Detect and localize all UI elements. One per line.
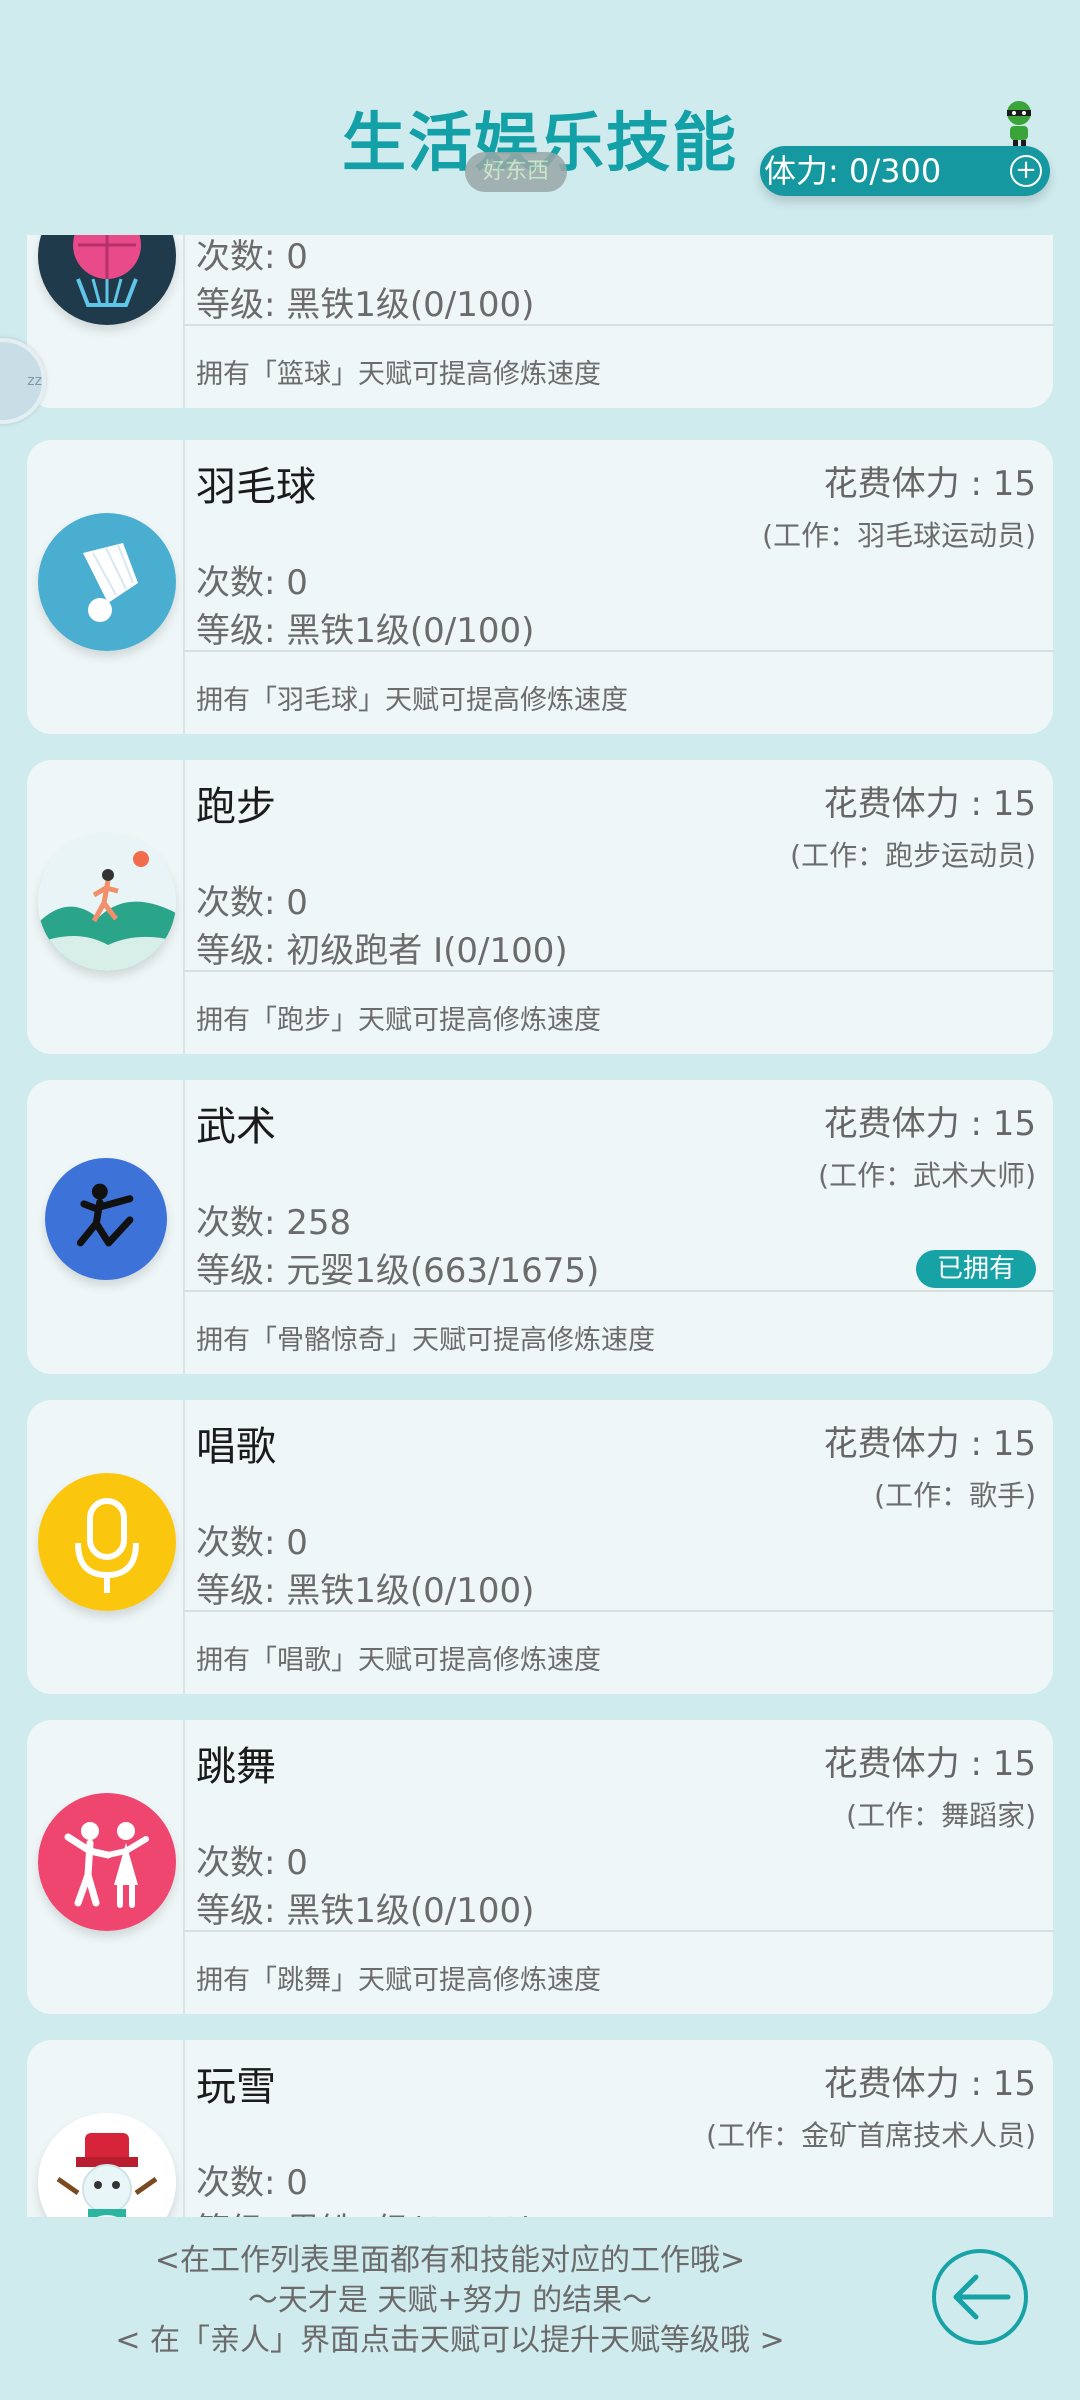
footer-tip-3: < 在「亲人」界面点击天赋可以提升天赋等级哦 >	[115, 2323, 785, 2358]
skill-cost: 花费体力 : 15	[823, 1744, 1036, 1784]
card-divider	[183, 1610, 1053, 1612]
card-divider	[183, 970, 1053, 972]
icon-column	[27, 440, 185, 734]
skill-level: 等级: 黑铁1级(0/100)	[196, 1891, 535, 1931]
owned-badge: 已拥有	[916, 1250, 1036, 1288]
skill-count: 次数: 258	[196, 1203, 352, 1243]
card-divider	[183, 650, 1053, 652]
snowman-icon	[38, 2113, 176, 2217]
skill-card-badminton[interactable]: 羽毛球 花费体力 : 15 (工作：羽毛球运动员) 次数: 0 等级: 黑铁1级…	[27, 440, 1053, 734]
skill-cost: 花费体力 : 15	[823, 784, 1036, 824]
skill-name: 跳舞	[196, 1744, 276, 1790]
icon-column	[27, 760, 185, 1054]
skill-count: 次数: 0	[196, 1523, 308, 1563]
skill-level: 等级: 黑铁1级(0/100)	[196, 285, 535, 325]
skill-name: 唱歌	[196, 1424, 276, 1470]
footer-tip-2: ～天才是 天赋+努力 的结果～	[247, 2283, 653, 2318]
skill-talent-hint: 拥有「跳舞」天赋可提高修炼速度	[196, 1965, 601, 1996]
skill-name: 武术	[196, 1104, 276, 1150]
skill-card-basketball[interactable]: 次数: 0 等级: 黑铁1级(0/100) 拥有「篮球」天赋可提高修炼速度	[27, 235, 1053, 408]
skill-count: 次数: 0	[196, 2163, 308, 2203]
skill-level: 等级: 元婴1级(663/1675)	[196, 1251, 600, 1291]
icon-column	[27, 1400, 185, 1694]
skill-talent-hint: 拥有「骨骼惊奇」天赋可提高修炼速度	[196, 1325, 655, 1356]
microphone-icon	[38, 1473, 176, 1611]
skill-job: (工作：歌手)	[874, 1479, 1036, 1512]
skill-job: (工作：舞蹈家)	[846, 1799, 1036, 1832]
runner-icon	[38, 833, 176, 971]
footer: <在工作列表里面都有和技能对应的工作哦> ～天才是 天赋+努力 的结果～ < 在…	[0, 2217, 1080, 2400]
skill-cost: 花费体力 : 15	[823, 2064, 1036, 2104]
stamina-bar[interactable]: 体力: 0/300 +	[760, 146, 1050, 196]
icon-column	[27, 235, 185, 408]
skill-talent-hint: 拥有「篮球」天赋可提高修炼速度	[196, 359, 601, 390]
dancers-icon	[38, 1793, 176, 1931]
header: 生活娱乐技能 好东西 体力: 0/300 +	[0, 0, 1080, 235]
avatar-icon[interactable]	[996, 98, 1042, 146]
skill-card-snow[interactable]: 玩雪 花费体力 : 15 (工作：金矿首席技术人员) 次数: 0 等级: 黑铁1…	[27, 2040, 1053, 2217]
skill-name: 羽毛球	[196, 464, 316, 510]
skill-job: (工作：羽毛球运动员)	[762, 519, 1036, 552]
icon-column	[27, 2040, 185, 2217]
skill-level: 等级: 黑铁1级(0/100)	[196, 1571, 535, 1611]
skill-card-running[interactable]: 跑步 花费体力 : 15 (工作：跑步运动员) 次数: 0 等级: 初级跑者 I…	[27, 760, 1053, 1054]
footer-tip-1: <在工作列表里面都有和技能对应的工作哦>	[154, 2243, 746, 2278]
skill-job: (工作：武术大师)	[818, 1159, 1036, 1192]
skill-count: 次数: 0	[196, 563, 308, 603]
skill-talent-hint: 拥有「跑步」天赋可提高修炼速度	[196, 1005, 601, 1036]
skill-count: 次数: 0	[196, 883, 308, 923]
skill-level: 等级: 初级跑者 I(0/100)	[196, 931, 568, 971]
skill-level: 等级: 黑铁1级(0/100)	[196, 2203, 534, 2217]
icon-column	[27, 1080, 185, 1374]
shuttlecock-icon	[38, 513, 176, 651]
skill-talent-hint: 拥有「唱歌」天赋可提高修炼速度	[196, 1645, 601, 1676]
skill-name: 跑步	[196, 784, 276, 830]
skill-list[interactable]: 次数: 0 等级: 黑铁1级(0/100) 拥有「篮球」天赋可提高修炼速度 羽毛…	[0, 235, 1080, 2217]
skill-card-dancing[interactable]: 跳舞 花费体力 : 15 (工作：舞蹈家) 次数: 0 等级: 黑铁1级(0/1…	[27, 1720, 1053, 2014]
skill-level: 等级: 黑铁1级(0/100)	[196, 611, 535, 651]
martial-arts-icon	[45, 1158, 167, 1280]
skill-card-martial-arts[interactable]: 武术 花费体力 : 15 (工作：武术大师) 次数: 258 等级: 元婴1级(…	[27, 1080, 1053, 1374]
plus-icon[interactable]: +	[1010, 155, 1042, 187]
back-arrow-icon[interactable]	[930, 2247, 1030, 2347]
skill-card-singing[interactable]: 唱歌 花费体力 : 15 (工作：歌手) 次数: 0 等级: 黑铁1级(0/10…	[27, 1400, 1053, 1694]
skill-job: (工作：跑步运动员)	[790, 839, 1036, 872]
skill-count: 次数: 0	[196, 237, 308, 277]
skill-name: 玩雪	[196, 2064, 276, 2110]
skill-job: (工作：金矿首席技术人员)	[706, 2119, 1036, 2152]
skill-cost: 花费体力 : 15	[823, 464, 1036, 504]
icon-column	[27, 1720, 185, 2014]
card-divider	[183, 1290, 1053, 1292]
card-divider	[183, 1930, 1053, 1932]
skill-talent-hint: 拥有「羽毛球」天赋可提高修炼速度	[196, 685, 628, 716]
skill-cost: 花费体力 : 15	[823, 1424, 1036, 1464]
skill-cost: 花费体力 : 15	[823, 1104, 1036, 1144]
card-divider	[183, 324, 1053, 326]
hint-pill[interactable]: 好东西	[465, 152, 567, 192]
stamina-label: 体力: 0/300	[764, 152, 942, 190]
skill-count: 次数: 0	[196, 1843, 308, 1883]
basketball-icon	[38, 235, 176, 325]
